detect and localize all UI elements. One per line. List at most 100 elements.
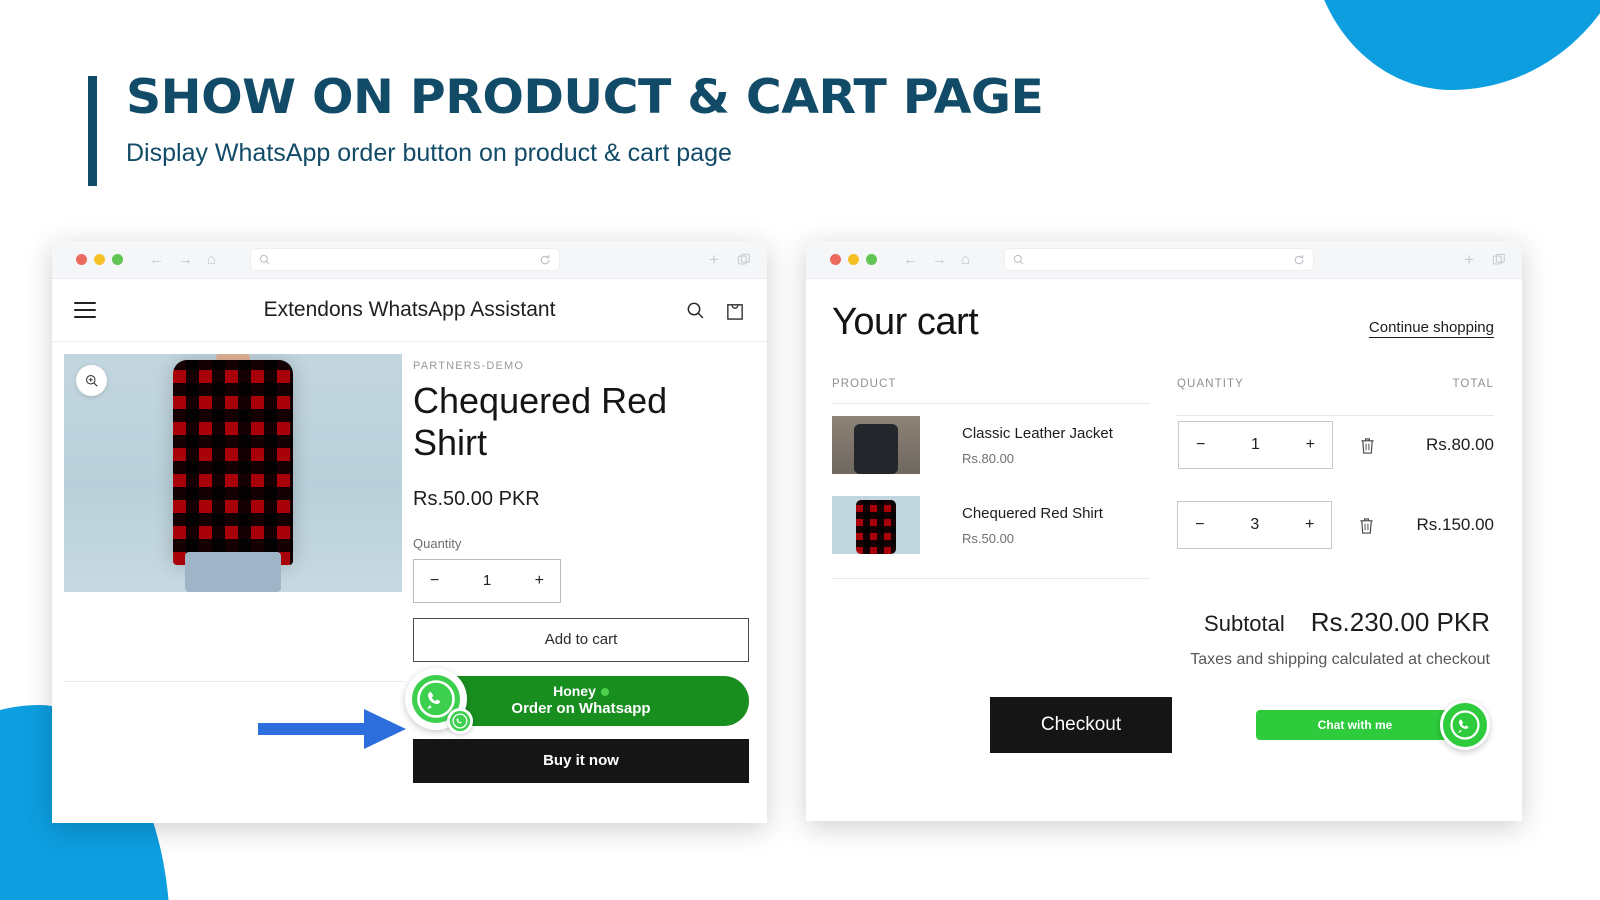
cart-body: Your cart Continue shopping PRODUCT QUAN… [806, 279, 1522, 821]
browser-chrome-bar-left: ← → ⌂ + [52, 241, 767, 279]
model-jeans [185, 552, 281, 592]
cart-quantity-value: 1 [1251, 436, 1260, 453]
cart-page-browser-window: ← → ⌂ + Your cart Continue shopping PROD… [806, 241, 1522, 821]
copy-tabs-icon[interactable] [737, 253, 751, 267]
column-header-quantity: QUANTITY [1177, 378, 1244, 390]
shopping-bag-icon[interactable] [725, 300, 745, 321]
back-arrow-icon[interactable]: ← [149, 252, 164, 267]
product-price: Rs.50.00 PKR [413, 487, 540, 510]
cart-item-total: Rs.150.00 [1416, 515, 1495, 534]
reload-icon[interactable] [539, 254, 551, 266]
store-header: Extendons WhatsApp Assistant [52, 279, 767, 342]
column-header-total: TOTAL [1452, 378, 1494, 390]
address-bar-right[interactable] [1004, 248, 1315, 271]
product-title: Chequered Red Shirt [413, 380, 668, 464]
cart-quantity-value: 3 [1250, 516, 1260, 533]
close-window-dot[interactable] [76, 254, 87, 265]
address-bar-input-left[interactable] [270, 253, 540, 266]
page-subtitle: Display WhatsApp order button on product… [126, 138, 732, 167]
store-title: Extendons WhatsApp Assistant [263, 298, 556, 321]
decorative-blob-top-right [1310, 0, 1600, 90]
cart-page-title: Your cart [832, 301, 979, 343]
cart-item-unit-price: Rs.80.00 [962, 450, 1015, 466]
pointer-arrow [258, 709, 406, 749]
table-row: Chequered Red Shirt Rs.50.00 − 3 + Rs.15… [832, 484, 1494, 564]
quantity-decrease-button[interactable]: − [430, 572, 439, 590]
tax-shipping-note: Taxes and shipping calculated at checkou… [1190, 651, 1490, 668]
heading-accent-bar [88, 76, 97, 186]
cart-quantity-increase[interactable]: + [1306, 436, 1315, 454]
buy-it-now-button[interactable]: Buy it now [413, 738, 749, 783]
cart-quantity-stepper[interactable]: − 1 + [1178, 421, 1333, 469]
whatsapp-agent-name: Honey [553, 682, 596, 699]
home-icon[interactable]: ⌂ [961, 252, 970, 267]
cart-item-unit-price: Rs.50.00 [962, 530, 1015, 546]
browser-chrome-bar-right: ← → ⌂ + [806, 241, 1522, 279]
address-bar-input-right[interactable] [1024, 253, 1294, 266]
back-arrow-icon[interactable]: ← [903, 252, 918, 267]
subtotal-label: Subtotal [1204, 611, 1285, 636]
trash-icon[interactable] [1358, 516, 1375, 535]
column-header-product: PRODUCT [832, 378, 897, 390]
minimize-window-dot[interactable] [94, 254, 105, 265]
whatsapp-badge-icon [447, 707, 473, 734]
product-vendor: PARTNERS-DEMO [413, 360, 525, 372]
cart-header-divider-right [1175, 415, 1494, 416]
product-detail-body: PARTNERS-DEMO Chequered Red Shirt Rs.50.… [52, 342, 767, 783]
cart-quantity-decrease[interactable]: − [1196, 436, 1205, 454]
forward-arrow-icon[interactable]: → [932, 252, 947, 267]
maximize-window-dot[interactable] [866, 254, 877, 265]
search-icon[interactable] [686, 301, 705, 320]
close-window-dot[interactable] [830, 254, 841, 265]
whatsapp-chat-widget[interactable]: Chat with me [1256, 700, 1490, 750]
leather-jacket-thumbnail[interactable] [832, 416, 920, 474]
copy-tabs-icon[interactable] [1492, 253, 1506, 267]
chequered-red-shirt-thumbnail[interactable] [832, 496, 920, 554]
cart-item-total: Rs.80.00 [1425, 435, 1494, 454]
continue-shopping-link[interactable]: Continue shopping [1369, 319, 1494, 336]
quantity-stepper[interactable]: − 1 + [413, 558, 561, 603]
cart-totals: Subtotal Rs.230.00 PKR Taxes and shippin… [832, 607, 1494, 669]
search-icon [259, 254, 270, 265]
page-title: SHOW ON PRODUCT & CART PAGE [126, 70, 1044, 125]
product-details: PARTNERS-DEMO Chequered Red Shirt Rs.50.… [405, 354, 767, 783]
table-row: Classic Leather Jacket Rs.80.00 − 1 + Rs… [832, 404, 1494, 484]
gallery-divider [64, 681, 404, 682]
window-traffic-lights [76, 254, 123, 265]
plus-icon[interactable]: + [709, 250, 719, 270]
minimize-window-dot[interactable] [848, 254, 859, 265]
quantity-label: Quantity [413, 535, 462, 551]
quantity-increase-button[interactable]: + [535, 572, 544, 590]
address-bar-left[interactable] [250, 248, 561, 271]
whatsapp-icon[interactable] [1440, 700, 1490, 750]
cart-quantity-decrease[interactable]: − [1195, 516, 1204, 534]
slide-canvas: SHOW ON PRODUCT & CART PAGE Display What… [0, 0, 1600, 900]
cart-item-name[interactable]: Classic Leather Jacket [962, 425, 1178, 442]
quantity-value: 1 [482, 572, 492, 590]
cart-quantity-increase[interactable]: + [1305, 516, 1314, 534]
product-page-browser-window: ← → ⌂ + Extendons WhatsApp Assistant PAR… [52, 241, 767, 823]
chequered-shirt-graphic [173, 360, 293, 565]
whatsapp-button-label: Order on Whatsapp [511, 700, 651, 718]
home-icon[interactable]: ⌂ [207, 252, 216, 267]
cart-actions: Checkout Chat with me [832, 697, 1494, 753]
chat-with-me-button[interactable]: Chat with me [1256, 710, 1454, 740]
cart-quantity-stepper[interactable]: − 3 + [1177, 501, 1333, 549]
add-to-cart-button[interactable]: Add to cart [413, 617, 749, 662]
order-on-whatsapp-button[interactable]: Honey Order on Whatsapp [405, 667, 749, 734]
maximize-window-dot[interactable] [112, 254, 123, 265]
heading-block: SHOW ON PRODUCT & CART PAGE Display What… [88, 71, 1044, 186]
hamburger-icon[interactable] [74, 302, 96, 318]
trash-icon[interactable] [1359, 436, 1376, 455]
forward-arrow-icon[interactable]: → [178, 252, 193, 267]
reload-icon[interactable] [1293, 254, 1305, 266]
window-traffic-lights-right [830, 254, 877, 265]
magnifier-plus-icon[interactable] [76, 365, 107, 396]
product-image[interactable] [64, 354, 402, 592]
subtotal-value: Rs.230.00 PKR [1310, 607, 1490, 637]
cart-items-divider [832, 578, 1150, 579]
online-status-dot [600, 688, 609, 697]
cart-item-name[interactable]: Chequered Red Shirt [962, 505, 1177, 522]
checkout-button[interactable]: Checkout [990, 697, 1172, 753]
plus-icon[interactable]: + [1464, 250, 1474, 270]
